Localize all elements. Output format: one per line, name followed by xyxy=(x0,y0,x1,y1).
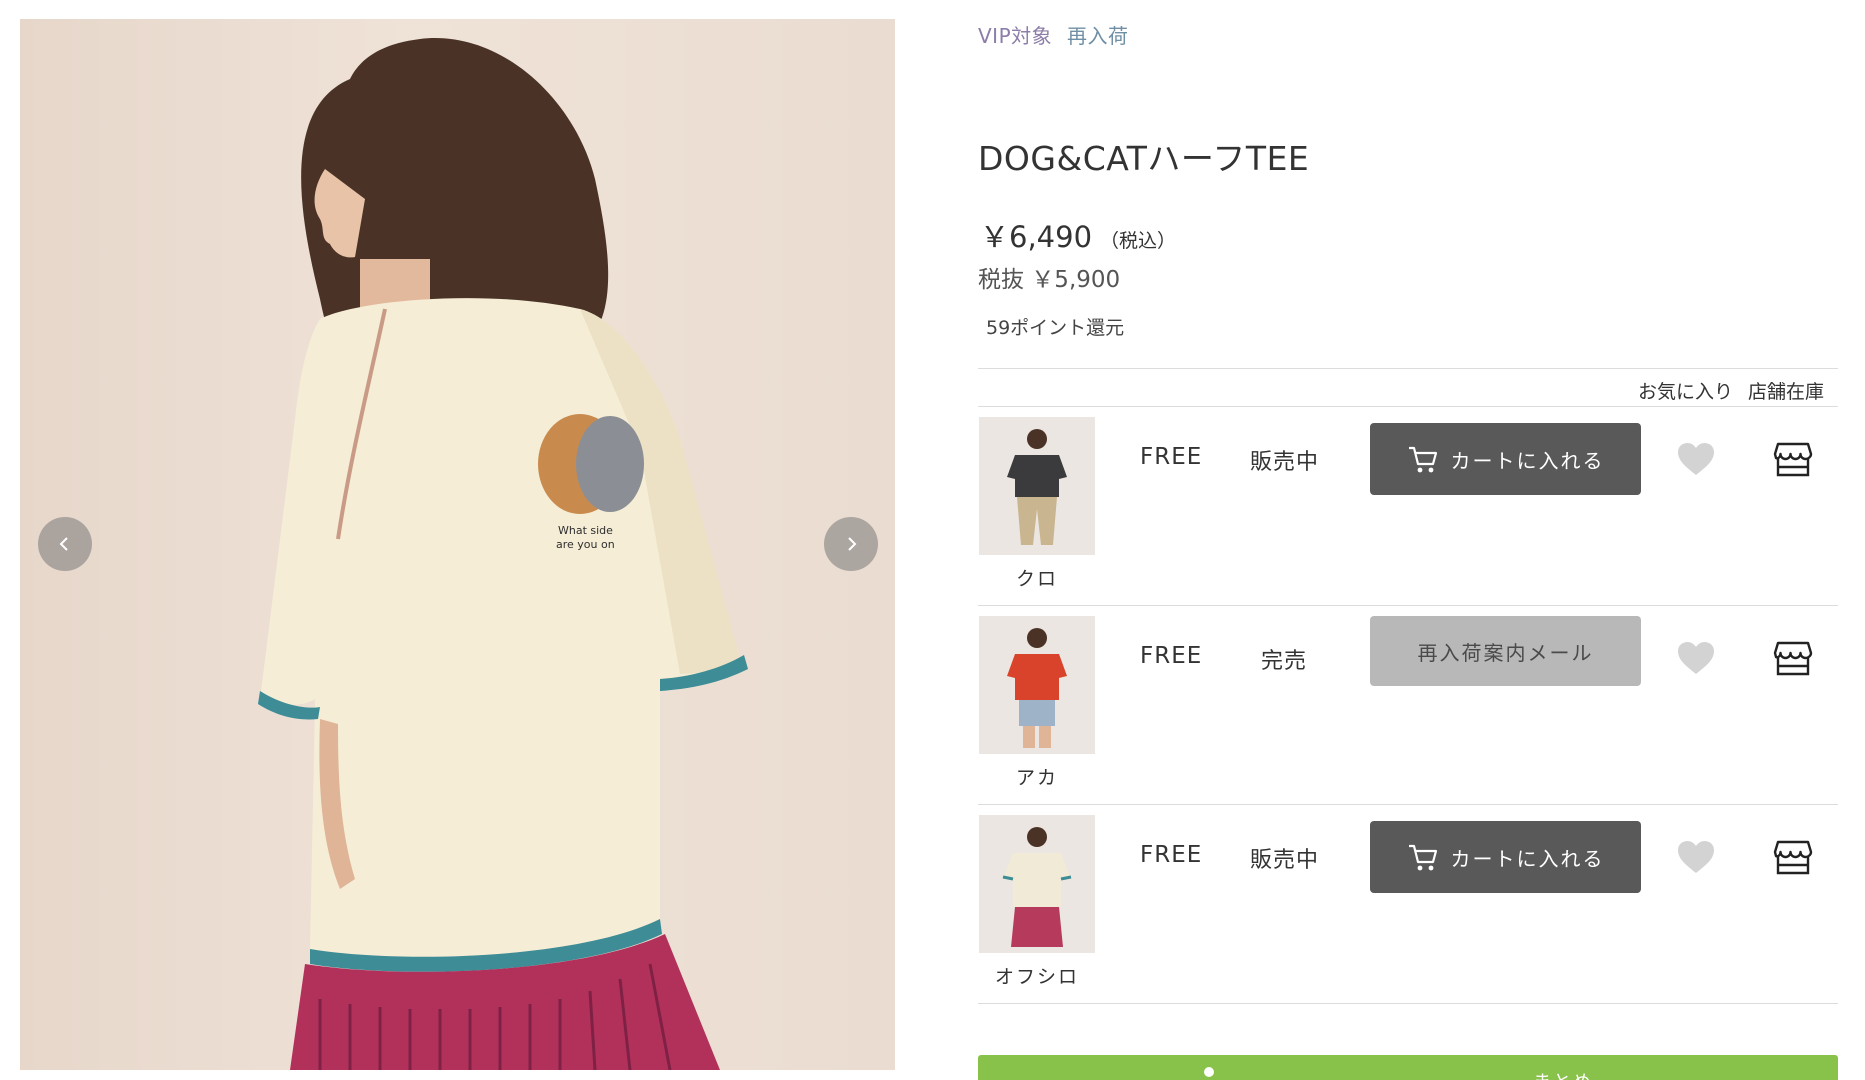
price-tax-note: （税込） xyxy=(1100,230,1177,252)
heart-icon[interactable] xyxy=(1676,640,1716,678)
store-icon[interactable] xyxy=(1773,838,1813,876)
variant-size: FREE xyxy=(1140,643,1203,669)
heart-icon[interactable] xyxy=(1676,441,1716,479)
product-info-panel: VIP対象 再入荷 DOG&CATハーフTEE ￥6,490 （税込） 税抜 ￥5… xyxy=(978,0,1838,1080)
product-price: ￥6,490 （税込） xyxy=(980,214,1176,256)
divider xyxy=(978,368,1838,369)
variant-thumbnail[interactable] xyxy=(979,616,1095,754)
restock-notify-label: 再入荷案内メール xyxy=(1417,640,1594,665)
reward-points: 59ポイント還元 xyxy=(986,317,1125,339)
product-main-photo: What side are you on xyxy=(258,38,748,1070)
print-text-line-1: What side xyxy=(558,524,613,537)
variant-color-name: アカ xyxy=(1015,767,1058,789)
variant-status: 販売中 xyxy=(1250,848,1320,873)
restock-notify-button[interactable]: 再入荷案内メール xyxy=(1370,616,1641,686)
print-text-line-2: are you on xyxy=(556,538,615,551)
add-to-cart-button[interactable]: カートに入れる xyxy=(1370,423,1641,495)
price-value: ￥6,490 xyxy=(980,220,1093,254)
product-image-gallery: What side are you on xyxy=(20,19,895,1070)
variant-thumbnail[interactable] xyxy=(979,815,1095,953)
product-tags: VIP対象 再入荷 xyxy=(978,20,1137,49)
product-title: DOG&CATハーフTEE xyxy=(978,139,1310,178)
variant-status: 販売中 xyxy=(1250,450,1320,475)
cart-icon xyxy=(1407,842,1439,872)
variant-photo xyxy=(979,815,1095,953)
product-page: What side are you on VIP対象 再入荷 DOG&CATハー… xyxy=(0,0,1865,1080)
heart-icon[interactable] xyxy=(1676,839,1716,877)
variant-color-name: クロ xyxy=(1015,568,1058,590)
person-icon xyxy=(1204,1067,1214,1077)
variant-thumbnail[interactable] xyxy=(979,417,1095,555)
store-icon[interactable] xyxy=(1773,440,1813,478)
chevron-left-icon xyxy=(59,537,68,551)
bulk-add-label: まとめ xyxy=(1533,1068,1593,1080)
price-ex-tax: 税抜 ￥5,900 xyxy=(978,267,1121,293)
variant-status: 完売 xyxy=(1261,649,1308,674)
add-to-cart-label: カートに入れる xyxy=(1450,448,1605,473)
column-header-store-stock: 店舗在庫 xyxy=(1748,381,1825,403)
variant-size: FREE xyxy=(1140,444,1203,470)
variant-photo xyxy=(979,417,1095,555)
column-header-favorite: お気に入り xyxy=(1638,381,1734,403)
bulk-add-to-cart-button[interactable]: まとめ xyxy=(978,1055,1838,1080)
gallery-prev-button[interactable] xyxy=(38,517,92,571)
tag-vip[interactable]: VIP対象 xyxy=(978,24,1052,48)
gallery-next-button[interactable] xyxy=(824,517,878,571)
add-to-cart-label: カートに入れる xyxy=(1450,846,1605,871)
add-to-cart-button[interactable]: カートに入れる xyxy=(1370,821,1641,893)
variant-photo xyxy=(979,616,1095,754)
cart-icon xyxy=(1407,444,1439,474)
tag-restock[interactable]: 再入荷 xyxy=(1067,24,1129,48)
variant-row: アカ FREE 完売 再入荷案内メール xyxy=(978,606,1838,805)
variant-row: オフシロ FREE 販売中 カートに入れる xyxy=(978,805,1838,1004)
chevron-right-icon xyxy=(848,537,857,551)
variant-row: クロ FREE 販売中 カートに入れる xyxy=(978,407,1838,606)
variant-color-name: オフシロ xyxy=(994,966,1079,988)
store-icon[interactable] xyxy=(1773,639,1813,677)
divider xyxy=(978,1003,1838,1004)
variant-size: FREE xyxy=(1140,842,1203,868)
